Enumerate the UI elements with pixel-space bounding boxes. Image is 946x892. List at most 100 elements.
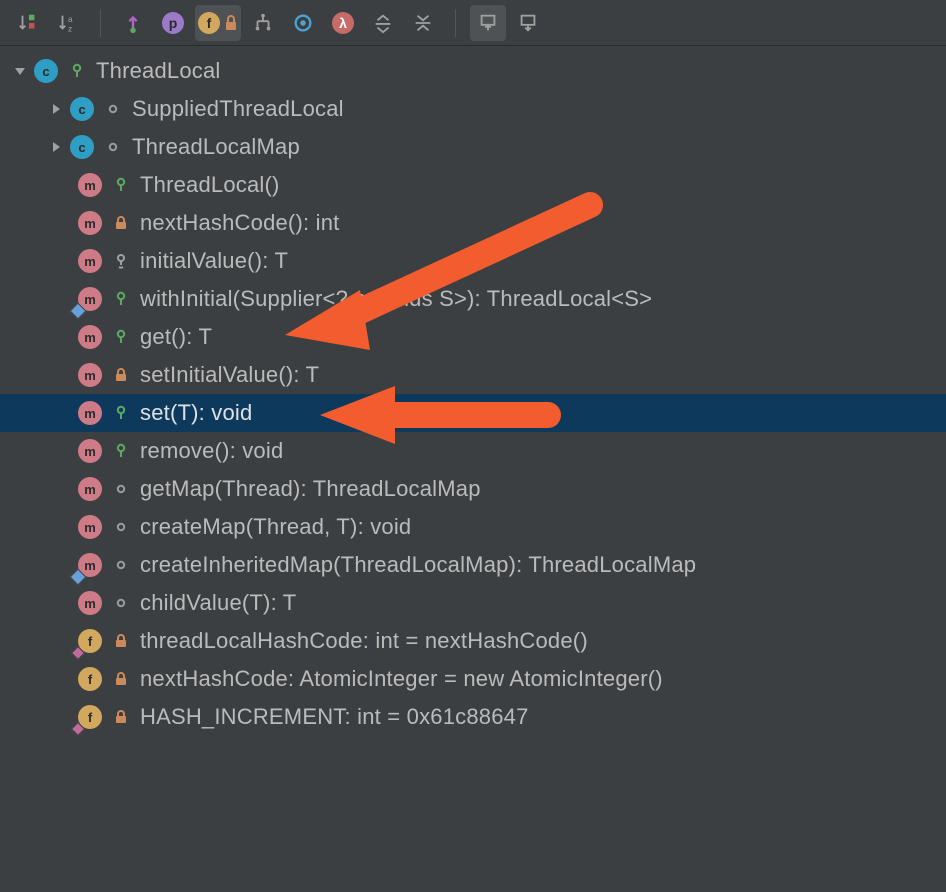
visibility-private-icon [110,367,132,383]
expand-all-button[interactable] [365,5,401,41]
method-icon: m [78,515,102,539]
visibility-private-icon [110,215,132,231]
method-icon: m [78,591,102,615]
inherited-icon [252,12,274,34]
tree-node-label: nextHashCode(): int [140,210,339,236]
expand-arrow-icon[interactable] [44,97,68,121]
method-icon: m [78,553,102,577]
method-icon: m [78,363,102,387]
field-icon: f [78,629,102,653]
tree-node[interactable]: m withInitial(Supplier<? extends S>): Thr… [0,280,946,318]
tree-node[interactable]: f nextHashCode: AtomicInteger = new Atomi… [0,660,946,698]
tree-node-label: setInitialValue(): T [140,362,319,388]
scroll-to-source-button[interactable] [510,5,546,41]
tree-node[interactable]: fthreadLocalHashCode: int = nextHashCode… [0,622,946,660]
show-anonymous-button[interactable] [285,5,321,41]
tree-node-label: set(T): void [140,400,252,426]
tree-node-label: nextHashCode: AtomicInteger = new Atomic… [140,666,663,692]
anonymous-icon [292,12,314,34]
method-icon: m [78,401,102,425]
tree-node[interactable]: m set(T): void [0,394,946,432]
tree-node-label: ThreadLocal [96,58,221,84]
visibility-public-icon [66,63,88,79]
method-icon: m [78,173,102,197]
tree-node[interactable]: minitialValue(): T [0,242,946,280]
collapse-all-button[interactable] [405,5,441,41]
collapse-arrow-icon[interactable] [8,59,32,83]
svg-text:z: z [68,24,72,33]
tree-node-label: ThreadLocal() [140,172,280,198]
class-icon: c [70,135,94,159]
toolbar-separator [455,9,456,37]
visibility-package-icon [110,519,132,535]
tree-node[interactable]: m createMap(Thread, T): void [0,508,946,546]
tree-node-label: withInitial(Supplier<? extends S>): Thre… [140,286,652,312]
visibility-package-icon [110,481,132,497]
field-icon: f [78,705,102,729]
visibility-public-icon [110,405,132,421]
visibility-public-icon [110,177,132,193]
tree-node[interactable]: m ThreadLocal() [0,166,946,204]
sort-visibility-icon [17,12,39,34]
properties-icon: p [162,12,184,34]
tree-node[interactable]: m getMap(Thread): ThreadLocalMap [0,470,946,508]
method-icon: m [78,325,102,349]
tree-node[interactable]: c SuppliedThreadLocal [0,90,946,128]
tree-node-root[interactable]: c ThreadLocal [0,52,946,90]
tree-node-label: childValue(T): T [140,590,296,616]
visibility-private-icon [110,709,132,725]
lambda-icon: λ [332,12,354,34]
show-properties-button[interactable]: p [155,5,191,41]
tree-node-label: ThreadLocalMap [132,134,300,160]
toolbar-separator [100,9,101,37]
show-fields-button[interactable]: f [195,5,241,41]
tree-node[interactable]: m get(): T [0,318,946,356]
tree-node-label: getMap(Thread): ThreadLocalMap [140,476,481,502]
tree-node[interactable]: m remove(): void [0,432,946,470]
sort-alphabetically-button[interactable]: a z [50,5,86,41]
visibility-public-icon [110,291,132,307]
tree-node-label: createMap(Thread, T): void [140,514,411,540]
class-icon: c [34,59,58,83]
visibility-public-icon [110,443,132,459]
tree-node-label: get(): T [140,324,212,350]
visibility-private-icon [110,671,132,687]
visibility-protected-icon [110,253,132,269]
svg-text:a: a [68,15,73,24]
tree-node[interactable]: m nextHashCode(): int [0,204,946,242]
method-icon: m [78,477,102,501]
show-inherited-button[interactable] [245,5,281,41]
method-icon: m [78,211,102,235]
visibility-package-icon [102,101,124,117]
sort-alpha-icon: a z [57,12,79,34]
method-icon: m [78,249,102,273]
class-icon: c [70,97,94,121]
tree-node-label: createInheritedMap(ThreadLocalMap): Thre… [140,552,696,578]
scroll-to-source-icon [517,12,539,34]
expand-arrow-icon[interactable] [44,135,68,159]
tree-node[interactable]: f HASH_INCREMENT: int = 0x61c88647 [0,698,946,736]
tree-node[interactable]: m childValue(T): T [0,584,946,622]
fields-icon: f [198,12,220,34]
visibility-package-icon [102,139,124,155]
tree-node[interactable]: m createInheritedMap(ThreadLocalMap): Thr… [0,546,946,584]
tree-node-label: HASH_INCREMENT: int = 0x61c88647 [140,704,529,730]
autoscroll-icon [122,12,144,34]
lock-icon [224,14,238,32]
show-lambdas-button[interactable]: λ [325,5,361,41]
method-icon: m [78,439,102,463]
scroll-from-source-button[interactable] [470,5,506,41]
autoscroll-button[interactable] [115,5,151,41]
visibility-package-icon [110,557,132,573]
expand-all-icon [372,12,394,34]
tree-node-label: SuppliedThreadLocal [132,96,344,122]
tree-node[interactable]: c ThreadLocalMap [0,128,946,166]
structure-tree[interactable]: c ThreadLocal cSuppliedThreadLocalcThrea… [0,46,946,736]
structure-toolbar: a z p f λ [0,0,946,46]
scroll-from-source-icon [477,12,499,34]
tree-node-label: remove(): void [140,438,283,464]
method-icon: m [78,287,102,311]
sort-by-visibility-button[interactable] [10,5,46,41]
tree-node[interactable]: m setInitialValue(): T [0,356,946,394]
field-icon: f [78,667,102,691]
